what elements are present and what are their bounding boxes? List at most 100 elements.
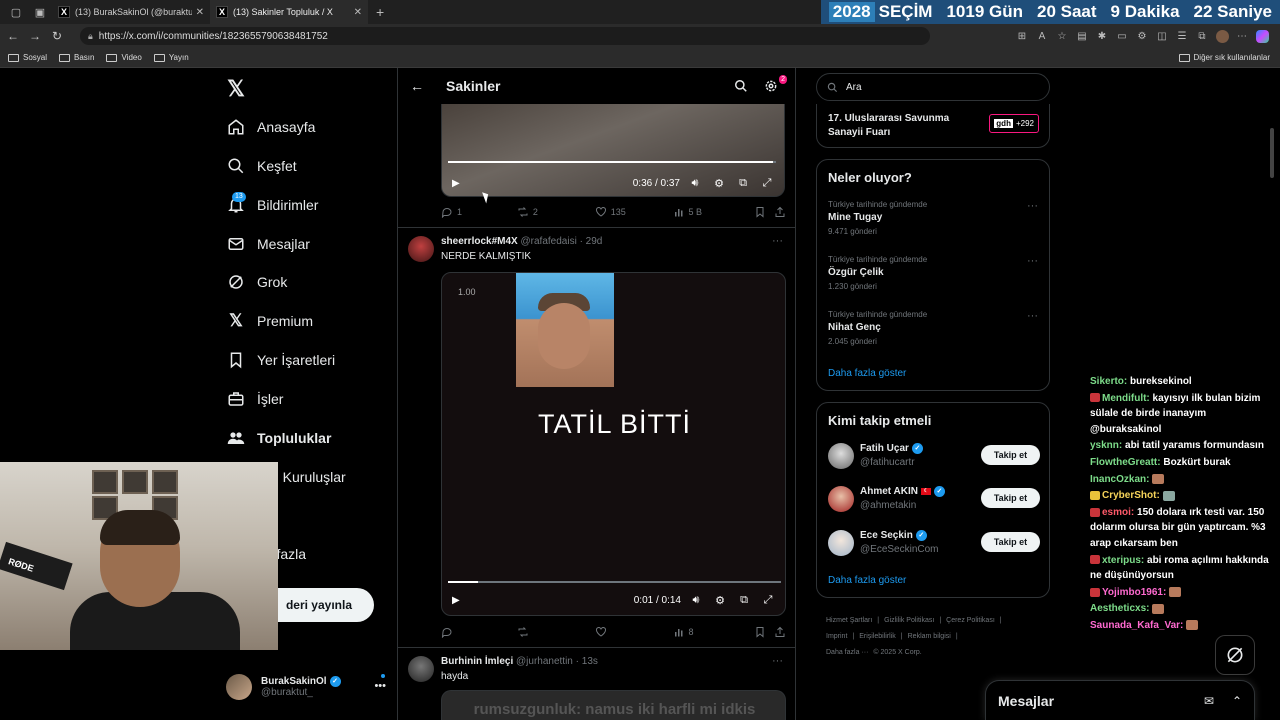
tweet-time[interactable]: · 29d	[580, 236, 603, 247]
footer-link[interactable]: Çerez Politikası	[946, 617, 995, 624]
bookmark-button[interactable]	[754, 206, 774, 218]
x-logo-icon[interactable]: 𝕏	[224, 78, 248, 100]
more-icon[interactable]: ···	[772, 235, 783, 247]
close-icon[interactable]: ✕	[196, 7, 204, 18]
more-icon[interactable]: ⋯	[1232, 27, 1252, 45]
volume-icon[interactable]: 🔊︎	[689, 594, 703, 607]
bookmark-button[interactable]	[754, 626, 774, 638]
follow-button[interactable]: Takip et	[981, 445, 1040, 465]
search-icon[interactable]	[734, 79, 752, 93]
trend-item[interactable]: Türkiye tarihinde gündemde Nihat Genç 2.…	[828, 310, 1038, 346]
nav-explore[interactable]: Keşfet	[226, 151, 297, 181]
favorites-icon[interactable]: ☰	[1172, 27, 1192, 45]
author-handle[interactable]: @rafafedaisi	[521, 236, 577, 247]
nav-communities[interactable]: Topluluklar	[226, 423, 331, 453]
nav-messages[interactable]: Mesajlar	[226, 229, 310, 259]
refresh-icon[interactable]: ↻	[46, 25, 68, 47]
footer-more-link[interactable]: Daha fazla ···	[826, 649, 868, 656]
more-icon[interactable]: ···	[1027, 200, 1038, 212]
video-player[interactable]: ▶ 0:36 / 0:37 🔊︎ ⚙ ⧉ ⤢	[441, 104, 785, 197]
more-icon[interactable]: ···	[1027, 255, 1038, 267]
profile-avatar-icon[interactable]	[1212, 27, 1232, 45]
like-button[interactable]	[595, 626, 673, 638]
workspaces-icon[interactable]: ▢	[8, 4, 24, 20]
play-icon[interactable]: ▶	[452, 595, 462, 606]
bookmark-folder[interactable]: Basın	[59, 53, 94, 62]
close-icon[interactable]: ✕	[354, 7, 362, 18]
footer-link[interactable]: Imprint	[826, 633, 847, 640]
author-name[interactable]: sheerrlock#M4X	[441, 236, 518, 247]
tweet-time[interactable]: · 13s	[576, 656, 598, 667]
url-field[interactable]: 🔒︎ https://x.com/i/communities/182365579…	[80, 27, 930, 45]
footer-link[interactable]: Gizlilik Politikası	[884, 617, 934, 624]
promoted-trend-card[interactable]: 17. Uluslararası Savunma Sanayii Fuarı g…	[816, 104, 1050, 148]
show-more-link[interactable]: Daha fazla göster	[828, 368, 906, 379]
extension-icon[interactable]: ✱	[1092, 27, 1112, 45]
more-icon[interactable]: ···	[1027, 310, 1038, 322]
promoted-tag[interactable]: gdh +292	[989, 114, 1039, 133]
gear-icon[interactable]: 2	[764, 75, 787, 93]
footer-link[interactable]: Erişilebilirlik	[859, 633, 896, 640]
video-progress-track[interactable]	[448, 581, 781, 583]
collections-icon[interactable]: ⧉	[1192, 27, 1212, 45]
footer-link[interactable]: Reklam bilgisi	[908, 633, 951, 640]
picture-in-picture-icon[interactable]: ⧉	[737, 594, 751, 607]
other-bookmarks[interactable]: Diğer sık kullanılanlar	[1178, 53, 1270, 62]
author-handle[interactable]: @jurhanettin	[516, 656, 573, 667]
video-progress-track[interactable]	[448, 161, 776, 163]
follow-suggestion[interactable]: Fatih Uçar ✓ @fatihucartr Takip et	[828, 441, 1040, 473]
author-name[interactable]: Burhinin İmleçi	[441, 656, 513, 667]
bookmark-folder[interactable]: Yayın	[153, 53, 189, 62]
nav-grok[interactable]: Grok	[226, 267, 287, 297]
extension-icon[interactable]: ▭	[1112, 27, 1132, 45]
new-message-icon[interactable]: ✉	[1198, 694, 1220, 708]
back-arrow-icon[interactable]: ←	[410, 78, 426, 94]
video-player[interactable]: 1.00 TATİL BİTTİ ▶ 0:01 / 0:14 🔊︎ ⚙ ⧉ ⤢	[441, 272, 786, 616]
browser-tab-community[interactable]: X (13) Sakinler Topluluk / X ✕	[210, 0, 368, 24]
more-icon[interactable]: ···	[772, 655, 783, 667]
back-arrow-icon[interactable]: ←	[2, 25, 24, 47]
settings-gear-icon[interactable]: ⚙	[712, 177, 726, 190]
picture-in-picture-icon[interactable]: ⧉	[736, 177, 750, 190]
nav-premium[interactable]: 𝕏 Premium	[226, 306, 313, 336]
follow-button[interactable]: Takip et	[981, 532, 1040, 552]
video-player[interactable]: rumsuzgunluk: namus iki harfli mi idkis	[441, 690, 786, 720]
extensions-puzzle-icon[interactable]: ⚙	[1132, 27, 1152, 45]
reply-button[interactable]	[441, 626, 517, 638]
reply-button[interactable]: 1	[441, 206, 517, 218]
fullscreen-icon[interactable]: ⤢	[760, 177, 774, 190]
nav-jobs[interactable]: İşler	[226, 384, 283, 414]
messages-drawer[interactable]: Mesajlar ✉ ⌃	[985, 680, 1255, 720]
avatar[interactable]	[408, 656, 434, 682]
extension-icon[interactable]: ▤	[1072, 27, 1092, 45]
nav-home[interactable]: Anasayfa	[226, 112, 315, 142]
scrollbar[interactable]	[1270, 128, 1274, 178]
retweet-button[interactable]	[517, 626, 595, 638]
chevron-up-icon[interactable]: ⌃	[1226, 694, 1248, 708]
play-icon[interactable]: ▶	[452, 178, 462, 189]
account-switcher[interactable]: BurakSakinOl ✓ @buraktut_ •••	[226, 672, 386, 702]
trend-item[interactable]: Türkiye tarihinde gündemde Özgür Çelik 1…	[828, 255, 1038, 291]
split-screen-icon[interactable]: ◫	[1152, 27, 1172, 45]
favorite-star-icon[interactable]: ☆	[1052, 27, 1072, 45]
views-button[interactable]: 8	[673, 626, 755, 638]
grok-floating-button[interactable]	[1215, 635, 1255, 675]
tab-actions-icon[interactable]: ▣	[32, 4, 48, 20]
fullscreen-icon[interactable]: ⤢	[761, 594, 775, 607]
follow-suggestion[interactable]: Ece Seçkin ✓ @EceSeckinCom Takip et	[828, 528, 1040, 560]
volume-icon[interactable]: 🔊︎	[688, 177, 702, 190]
trend-item[interactable]: Türkiye tarihinde gündemde Mine Tugay 9.…	[828, 200, 1038, 236]
search-input[interactable]: Ara	[816, 73, 1050, 101]
follow-button[interactable]: Takip et	[981, 488, 1040, 508]
bookmark-folder[interactable]: Sosyal	[8, 53, 47, 62]
nav-bookmarks[interactable]: Yer İşaretleri	[226, 345, 335, 375]
forward-arrow-icon[interactable]: →	[24, 25, 46, 47]
more-icon[interactable]: •••	[374, 680, 386, 692]
read-aloud-icon[interactable]: A	[1032, 27, 1052, 45]
share-button[interactable]	[774, 206, 786, 218]
browser-tab-profile[interactable]: X (13) BurakSakinOl (@buraktut_) / X ✕	[52, 0, 210, 24]
share-button[interactable]	[774, 626, 786, 638]
settings-gear-icon[interactable]: ⚙	[713, 594, 727, 607]
footer-link[interactable]: Hizmet Şartları	[826, 617, 872, 624]
avatar[interactable]	[408, 236, 434, 262]
